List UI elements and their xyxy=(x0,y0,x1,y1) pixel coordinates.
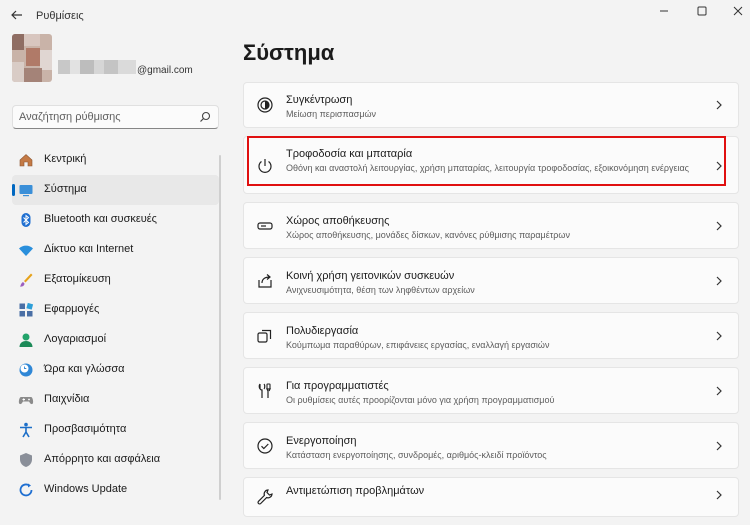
accessibility-icon xyxy=(20,422,32,438)
account-icon xyxy=(19,333,33,347)
brush-icon xyxy=(20,273,33,287)
card-description: Χώρος αποθήκευσης, μονάδες δίσκων, κανόν… xyxy=(286,230,570,240)
chevron-right-icon xyxy=(716,100,722,110)
search-input[interactable] xyxy=(19,109,199,125)
card-multitasking[interactable]: Πολυδιεργασία Κούμπωμα παραθύρων, επιφάν… xyxy=(243,312,739,359)
shield-icon xyxy=(20,453,32,467)
card-nearby-sharing[interactable]: Κοινή χρήση γειτονικών συσκευών Ανιχνευσ… xyxy=(243,257,739,304)
sidebar-item-label: Απόρρητο και ασφάλεια xyxy=(44,453,161,465)
chevron-right-icon xyxy=(716,441,722,451)
back-button[interactable] xyxy=(8,8,26,24)
page-title: Σύστημα xyxy=(243,40,335,65)
chevron-right-icon xyxy=(716,221,722,231)
blurred-username xyxy=(58,60,136,74)
card-troubleshoot[interactable]: Αντιμετώπιση προβλημάτων xyxy=(243,477,739,517)
sidebar-item-privacy[interactable]: Απόρρητο και ασφάλεια xyxy=(12,445,219,475)
card-description: Ανιχνευσιμότητα, θέση των ληφθέντων αρχε… xyxy=(286,285,475,295)
clock-globe-icon xyxy=(19,363,33,377)
card-title: Για προγραμματιστές xyxy=(286,380,389,392)
chevron-right-icon xyxy=(716,161,722,171)
app-title: Ρυθμίσεις xyxy=(36,10,84,22)
sidebar-item-label: Εξατομίκευση xyxy=(44,273,111,285)
card-title: Αντιμετώπιση προβλημάτων xyxy=(286,485,425,497)
monitor-icon xyxy=(19,185,33,197)
sidebar-item-label: Ώρα και γλώσσα xyxy=(44,363,125,375)
card-description: Κατάσταση ενεργοποίησης, συνδρομές, αριθ… xyxy=(286,450,547,460)
chevron-right-icon xyxy=(716,490,722,500)
card-description: Μείωση περισπασμών xyxy=(286,109,377,119)
sidebar-item-accounts[interactable]: Λογαριασμοί xyxy=(12,325,219,355)
avatar[interactable] xyxy=(12,34,52,82)
sidebar-item-bluetooth[interactable]: Bluetooth και συσκευές xyxy=(12,205,219,235)
sidebar-item-network[interactable]: Δίκτυο και Internet xyxy=(12,235,219,265)
multitask-icon xyxy=(257,329,272,343)
sidebar-item-personalization[interactable]: Εξατομίκευση xyxy=(12,265,219,295)
sidebar-item-system[interactable]: Σύστημα xyxy=(12,175,219,205)
maximize-icon xyxy=(697,6,707,16)
card-description: Οι ρυθμίσεις αυτές προορίζονται μόνο για… xyxy=(286,395,555,405)
sidebar-item-accessibility[interactable]: Προσβασιμότητα xyxy=(12,415,219,445)
card-description: Οθόνη και αναστολή λειτουργίας, χρήση μπ… xyxy=(286,163,690,173)
developer-icon xyxy=(258,383,271,398)
chevron-right-icon xyxy=(716,386,722,396)
power-icon xyxy=(258,159,272,173)
gamepad-icon xyxy=(18,397,34,405)
card-title: Κοινή χρήση γειτονικών συσκευών xyxy=(286,270,455,282)
sidebar-item-apps[interactable]: Εφαρμογές xyxy=(12,295,219,325)
sidebar-item-label: Windows Update xyxy=(44,483,128,495)
search-box[interactable] xyxy=(12,105,219,129)
storage-icon xyxy=(257,222,273,230)
maximize-button[interactable] xyxy=(690,4,714,22)
sidebar-nav: Κεντρική Σύστημα Bluetooth και συσκευές … xyxy=(12,145,219,505)
minimize-button[interactable] xyxy=(652,4,676,22)
card-title: Πολυδιεργασία xyxy=(286,325,359,337)
close-icon xyxy=(733,6,743,16)
settings-card-list: Συγκέντρωση Μείωση περισπασμών Τροφοδοσί… xyxy=(243,82,739,525)
sidebar-item-label: Εφαρμογές xyxy=(44,303,100,315)
sidebar-item-gaming[interactable]: Παιχνίδια xyxy=(12,385,219,415)
chevron-right-icon xyxy=(716,276,722,286)
card-title: Τροφοδοσία και μπαταρία xyxy=(286,148,413,160)
share-icon xyxy=(258,274,272,288)
wifi-icon xyxy=(19,245,33,256)
sidebar-item-home[interactable]: Κεντρική xyxy=(12,145,219,175)
activation-icon xyxy=(257,438,273,454)
card-power-battery[interactable]: Τροφοδοσία και μπαταρία Οθόνη και αναστο… xyxy=(243,136,739,194)
card-storage[interactable]: Χώρος αποθήκευσης Χώρος αποθήκευσης, μον… xyxy=(243,202,739,249)
focus-icon xyxy=(257,97,273,113)
home-icon xyxy=(19,154,33,167)
sidebar-item-label: Bluetooth και συσκευές xyxy=(44,213,157,225)
card-title: Συγκέντρωση xyxy=(286,94,353,106)
card-focus[interactable]: Συγκέντρωση Μείωση περισπασμών xyxy=(243,82,739,128)
arrow-left-icon xyxy=(11,10,22,20)
apps-icon xyxy=(19,302,34,317)
sidebar-item-label: Παιχνίδια xyxy=(44,393,90,405)
chevron-right-icon xyxy=(716,331,722,341)
account-email: @gmail.com xyxy=(137,65,193,76)
update-icon xyxy=(19,483,33,497)
sidebar-item-time-language[interactable]: Ώρα και γλώσσα xyxy=(12,355,219,385)
sidebar-item-label: Σύστημα xyxy=(44,183,87,195)
sidebar-item-label: Κεντρική xyxy=(44,153,87,165)
sidebar-item-label: Λογαριασμοί xyxy=(44,333,107,345)
sidebar-item-windows-update[interactable]: Windows Update xyxy=(12,475,219,505)
bluetooth-icon xyxy=(21,213,31,227)
sidebar-item-label: Προσβασιμότητα xyxy=(44,423,127,435)
minimize-icon xyxy=(660,10,668,12)
card-for-developers[interactable]: Για προγραμματιστές Οι ρυθμίσεις αυτές π… xyxy=(243,367,739,414)
card-description: Κούμπωμα παραθύρων, επιφάνειες εργασίας,… xyxy=(286,340,550,350)
search-icon[interactable] xyxy=(199,111,211,123)
card-title: Χώρος αποθήκευσης xyxy=(286,215,390,227)
close-button[interactable] xyxy=(726,4,750,22)
title-bar: Ρυθμίσεις xyxy=(0,0,750,32)
card-title: Ενεργοποίηση xyxy=(286,435,357,447)
sidebar-item-label: Δίκτυο και Internet xyxy=(44,243,134,255)
card-activation[interactable]: Ενεργοποίηση Κατάσταση ενεργοποίησης, συ… xyxy=(243,422,739,469)
wrench-icon xyxy=(257,489,273,505)
sidebar-scrollbar[interactable] xyxy=(219,155,221,500)
